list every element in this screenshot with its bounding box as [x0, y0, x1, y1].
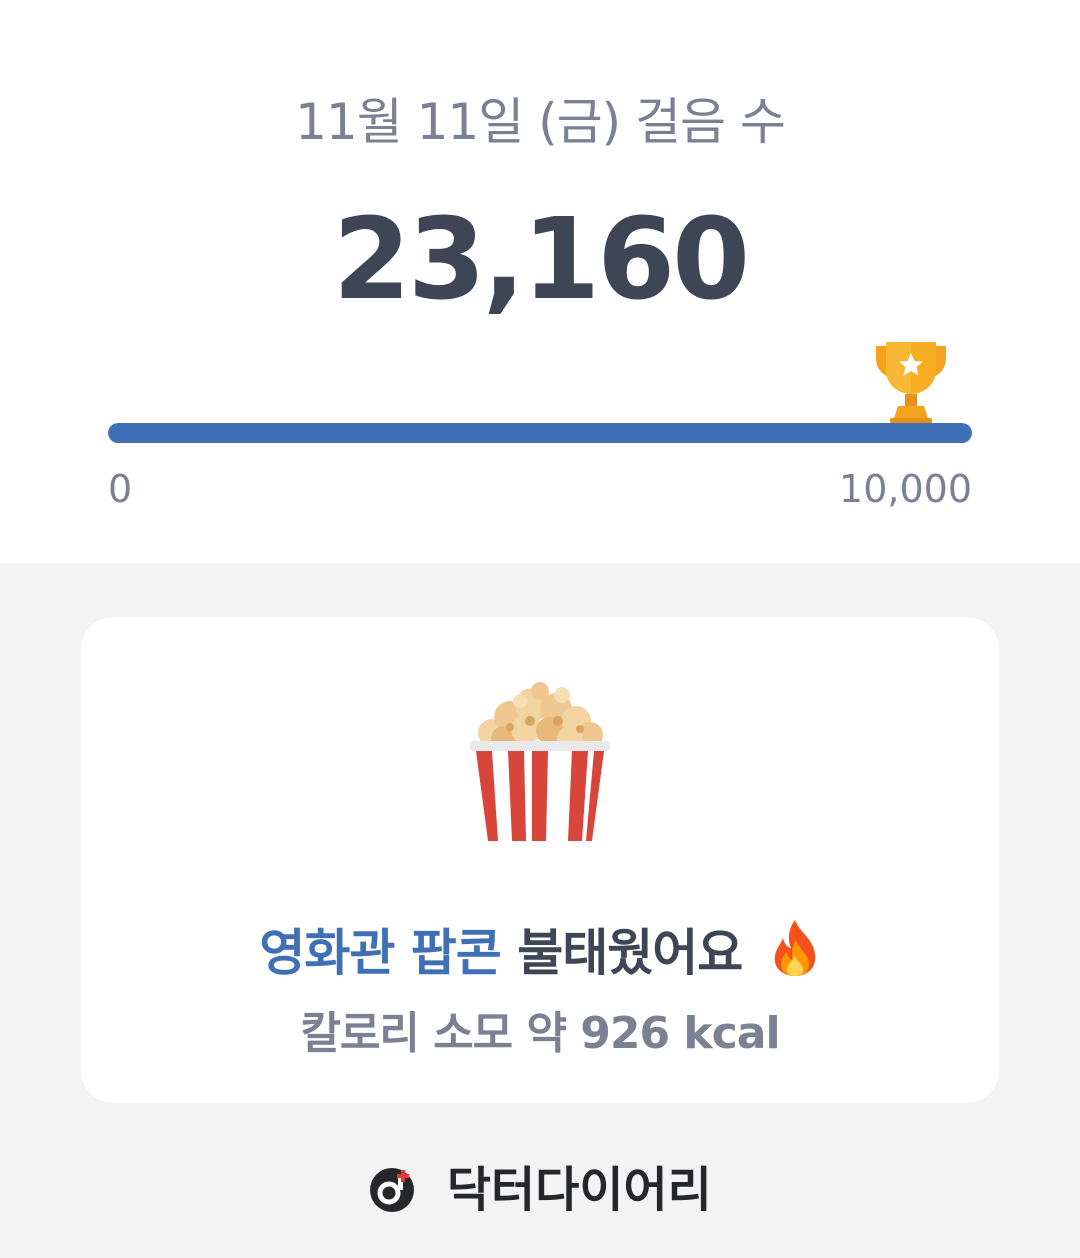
brand-footer: 닥터다이어리 — [0, 1150, 1080, 1220]
step-summary-section: 11월 11일 (금) 걸음 수 23,160 0 10,000 — [0, 0, 1080, 563]
calorie-headline: 영화관 팝콘 불태웠어요 — [81, 913, 999, 985]
steps-progress-bar — [108, 423, 972, 443]
step-count: 23,160 — [332, 195, 750, 325]
progress-goal-label: 10,000 — [839, 467, 972, 511]
progress-min-label: 0 — [108, 467, 133, 511]
trophy-icon — [876, 342, 946, 424]
calorie-card: 영화관 팝콘 불태웠어요 칼로리 소모 약 926 kcal — [81, 617, 999, 1103]
popcorn-icon — [470, 682, 610, 841]
steps-progress-fill — [108, 423, 972, 443]
brand-name: 닥터다이어리 — [446, 1162, 712, 1218]
doctor-diary-logo-icon — [370, 1168, 415, 1212]
date-title: 11월 11일 (금) 걸음 수 — [295, 93, 786, 151]
fire-icon — [774, 920, 815, 976]
headline-food-name: 영화관 팝콘 — [259, 924, 501, 982]
headline-text: 불태웠어요 — [517, 924, 743, 982]
calorie-subline: 칼로리 소모 약 926 kcal — [300, 1008, 780, 1059]
